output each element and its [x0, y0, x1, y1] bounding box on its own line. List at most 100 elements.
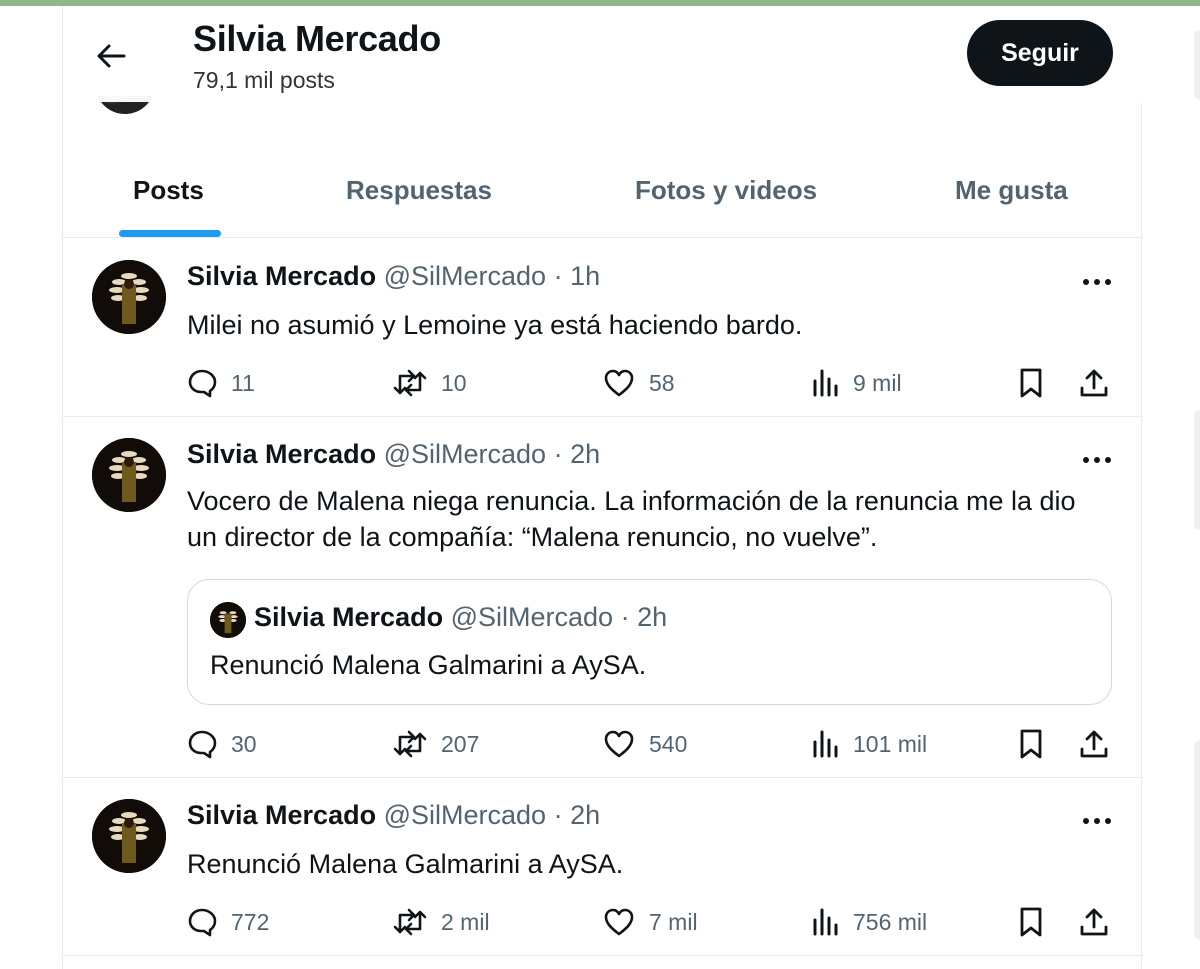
like-button[interactable]: 7 mil [603, 902, 698, 942]
repost-button[interactable]: 10 [393, 363, 467, 403]
repost-button[interactable]: 207 [393, 724, 479, 764]
separator: · [553, 439, 563, 469]
reply-count: 11 [231, 369, 255, 396]
heart-icon [604, 369, 634, 397]
repost-count: 10 [441, 369, 467, 396]
post-count: 79,1 mil posts [193, 67, 335, 93]
quoted-header: Silvia Mercado @SilMercado · 2h [254, 602, 667, 633]
avatar[interactable] [92, 799, 166, 873]
views-button[interactable]: 756 mil [811, 902, 927, 942]
tab-posts[interactable]: Posts [133, 158, 204, 238]
bookmark-icon [1020, 729, 1042, 759]
quoted-text: Renunció Malena Galmarini a AySA. [210, 650, 647, 680]
more-horizontal-icon [1083, 457, 1111, 463]
follow-button[interactable]: Seguir [967, 20, 1113, 86]
right-panel-edge [1194, 740, 1200, 940]
post-time[interactable]: 1h [570, 261, 600, 291]
post[interactable]: Silvia Mercado @SilMercado · 2h Vocero d… [63, 417, 1143, 778]
share-upload-icon [1080, 730, 1108, 758]
active-tab-indicator [119, 230, 221, 237]
tab-replies[interactable]: Respuestas [346, 158, 492, 238]
speech-bubble-icon [188, 730, 217, 759]
repost-icon [393, 369, 427, 397]
quoted-author-handle: @SilMercado [450, 602, 614, 632]
more-button[interactable] [1079, 806, 1115, 836]
post-actions: 11 10 58 9 mil [187, 363, 1113, 403]
reply-count: 30 [231, 730, 257, 757]
quoted-time: 2h [637, 602, 668, 632]
share-button[interactable] [1079, 724, 1109, 764]
repost-button[interactable]: 2 mil [393, 902, 490, 942]
more-horizontal-icon [1083, 818, 1111, 824]
profile-header: Silvia Mercado 79,1 mil posts Seguir [63, 6, 1143, 102]
post-time[interactable]: 2h [570, 800, 600, 830]
like-count: 7 mil [649, 908, 698, 935]
more-horizontal-icon [1083, 279, 1111, 285]
post-time[interactable]: 2h [570, 439, 600, 469]
tab-media[interactable]: Fotos y videos [635, 158, 817, 238]
like-button[interactable]: 540 [603, 724, 687, 764]
post-text: Renunció Malena Galmarini a AySA. [187, 849, 624, 879]
post-text: Milei no asumió y Lemoine ya está hacien… [187, 310, 803, 340]
repost-icon [393, 730, 427, 758]
views-button[interactable]: 9 mil [811, 363, 902, 403]
profile-tabs: Posts Respuestas Fotos y videos Me gusta [63, 158, 1143, 238]
author-name[interactable]: Silvia Mercado [187, 439, 376, 469]
bookmark-icon [1020, 907, 1042, 937]
post[interactable]: Silvia Mercado @SilMercado · 1h Milei no… [63, 239, 1143, 417]
author-name[interactable]: Silvia Mercado [187, 261, 376, 291]
bar-chart-icon [813, 730, 838, 758]
quoted-avatar [210, 602, 246, 638]
repost-icon [393, 908, 427, 936]
right-panel-edge [1194, 410, 1200, 530]
right-panel-edge [1194, 30, 1200, 100]
like-count: 540 [649, 730, 688, 757]
speech-bubble-icon [188, 369, 217, 398]
post[interactable]: Silvia Mercado @SilMercado · 2h Renunció… [63, 778, 1143, 956]
views-button[interactable]: 101 mil [811, 724, 927, 764]
share-button[interactable] [1079, 363, 1109, 403]
separator: · [553, 800, 563, 830]
post-actions: 772 2 mil 7 mil 756 mil [187, 902, 1113, 942]
more-button[interactable] [1079, 267, 1115, 297]
author-handle[interactable]: @SilMercado [384, 439, 546, 469]
bookmark-icon [1020, 368, 1042, 398]
views-count: 756 mil [853, 908, 928, 935]
tab-likes[interactable]: Me gusta [955, 158, 1068, 238]
bookmark-button[interactable] [1017, 363, 1045, 403]
arrow-left-icon [97, 44, 126, 68]
bar-chart-icon [813, 369, 838, 397]
reply-button[interactable]: 30 [187, 724, 257, 764]
reply-button[interactable]: 772 [187, 902, 269, 942]
more-button[interactable] [1079, 445, 1115, 475]
post-header: Silvia Mercado @SilMercado · 1h [187, 261, 600, 292]
reply-button[interactable]: 11 [187, 363, 255, 403]
avatar[interactable] [92, 438, 166, 512]
heart-icon [604, 908, 634, 936]
post-text-line: un director de la compañía: “Malena renu… [187, 522, 878, 552]
post-text-line: Vocero de Malena niega renuncia. La info… [187, 486, 1076, 516]
author-handle[interactable]: @SilMercado [384, 800, 546, 830]
quoted-author-name: Silvia Mercado [254, 602, 444, 632]
post-header: Silvia Mercado @SilMercado · 2h [187, 439, 600, 470]
bookmark-button[interactable] [1017, 902, 1045, 942]
separator: · [553, 261, 563, 291]
like-button[interactable]: 58 [603, 363, 675, 403]
avatar[interactable] [92, 260, 166, 334]
share-button[interactable] [1079, 902, 1109, 942]
post-header: Silvia Mercado @SilMercado · 2h [187, 800, 600, 831]
bar-chart-icon [813, 908, 838, 936]
page-title: Silvia Mercado [193, 18, 441, 59]
share-upload-icon [1080, 369, 1108, 397]
views-count: 101 mil [853, 730, 928, 757]
bookmark-button[interactable] [1017, 724, 1045, 764]
quoted-post[interactable]: Silvia Mercado @SilMercado · 2h Renunció… [187, 579, 1112, 705]
share-upload-icon [1080, 908, 1108, 936]
views-count: 9 mil [853, 369, 902, 396]
like-count: 58 [649, 369, 675, 396]
post-text: Vocero de Malena niega renuncia. La info… [187, 483, 1117, 555]
author-name[interactable]: Silvia Mercado [187, 800, 376, 830]
reply-count: 772 [231, 908, 270, 935]
back-button[interactable] [89, 34, 133, 78]
author-handle[interactable]: @SilMercado [384, 261, 546, 291]
